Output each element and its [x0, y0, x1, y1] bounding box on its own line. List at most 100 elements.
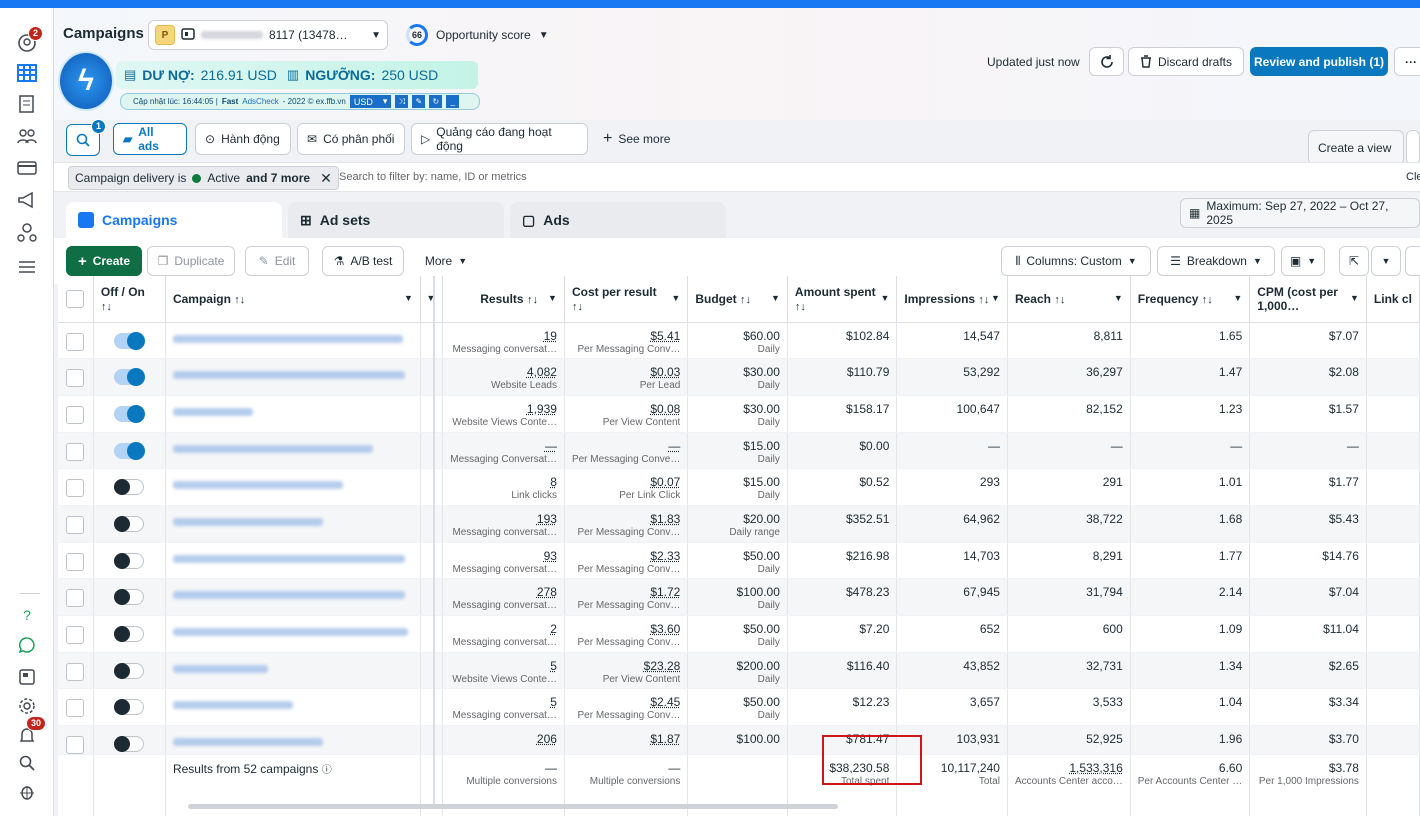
budget-cell[interactable]: $15.00 Daily [688, 469, 788, 506]
announcement-icon[interactable] [16, 189, 38, 211]
campaign-toggle[interactable] [114, 516, 144, 532]
budget-cell[interactable]: $50.00 Daily [688, 542, 788, 579]
table-row[interactable]: 1,939 Website Views Conte… $0.08 Per View C… [58, 395, 1420, 432]
edit-icon[interactable]: ✎ [412, 95, 425, 108]
campaign-toggle[interactable] [114, 369, 144, 385]
chat-icon[interactable] [16, 634, 38, 656]
cpr-value[interactable]: $0.07 [572, 469, 680, 489]
cpr-value[interactable]: $2.45 [572, 689, 680, 709]
campaign-name-cell[interactable] [165, 726, 420, 755]
budget-cell[interactable]: $15.00 Daily [688, 432, 788, 469]
campaign-name-redacted[interactable] [173, 445, 373, 453]
row-checkbox[interactable] [66, 553, 84, 571]
reports-button[interactable]: ▣ ▼ [1281, 246, 1325, 276]
opportunity-score[interactable]: 66 Opportunity score ▼ [406, 24, 549, 46]
results-value[interactable]: 19 [450, 323, 557, 343]
cpr-value[interactable]: $23.28 [572, 653, 680, 673]
review-publish-button[interactable]: Review and publish (1) [1250, 47, 1388, 76]
more-options-button[interactable]: ··· [1394, 47, 1420, 76]
ab-test-button[interactable]: ⚗ A/B test [322, 246, 404, 276]
campaign-name-redacted[interactable] [173, 701, 293, 709]
budget-cell[interactable]: $50.00 Daily [688, 616, 788, 653]
campaign-name-cell[interactable] [165, 432, 420, 469]
campaign-name-redacted[interactable] [173, 408, 253, 416]
row-checkbox[interactable] [66, 663, 84, 681]
table-row[interactable]: 5 Messaging conversat… $2.45 Per Messaging … [58, 689, 1420, 726]
campaign-name-redacted[interactable] [173, 518, 323, 526]
cpr-value[interactable]: $5.41 [572, 323, 680, 343]
all-ads-button[interactable]: ▰ All ads [113, 123, 187, 155]
cpr-value[interactable]: $0.08 [572, 396, 680, 416]
table-row[interactable]: 2 Messaging conversat… $3.60 Per Messaging … [58, 616, 1420, 653]
campaign-toggle[interactable] [114, 406, 144, 422]
row-checkbox[interactable] [66, 333, 84, 351]
budget-cell[interactable]: $20.00 Daily range [688, 505, 788, 542]
results-value[interactable]: — [450, 433, 557, 453]
col-reach[interactable]: Reach ↑↓ ▼ [1007, 276, 1130, 322]
export-button[interactable]: ⇱ [1339, 246, 1369, 276]
billing-icon[interactable] [16, 157, 38, 179]
col-offon[interactable]: Off / On ↑↓ [93, 276, 165, 322]
toolbar-overflow-button[interactable] [1405, 246, 1420, 276]
budget-cell[interactable]: $200.00 Daily [688, 652, 788, 689]
search-icon[interactable] [16, 752, 38, 774]
audiences-icon[interactable] [16, 125, 38, 147]
see-more-button[interactable]: + See more [594, 123, 680, 155]
budget-cell[interactable]: $30.00 Daily [688, 359, 788, 396]
budget-cell[interactable]: $100.00 [688, 726, 788, 755]
budget-cell[interactable]: $60.00 Daily [688, 322, 788, 359]
table-row[interactable]: 4,082 Website Leads $0.03 Per Lead $30.00 Dai… [58, 359, 1420, 396]
campaign-name-cell[interactable] [165, 322, 420, 359]
tab-ads[interactable]: ▢ Ads [510, 202, 726, 238]
active-ads-filter-button[interactable]: ▷ Quảng cáo đang hoạt động [411, 123, 588, 155]
results-value[interactable]: 5 [450, 689, 557, 709]
campaign-toggle[interactable] [114, 626, 144, 642]
table-row[interactable]: 193 Messaging conversat… $1.83 Per Messagin… [58, 505, 1420, 542]
bug-icon[interactable] [16, 781, 38, 803]
results-value[interactable]: 206 [450, 726, 557, 746]
col-attribution[interactable]: ▼ [420, 276, 442, 322]
tab-campaigns[interactable]: Campaigns [66, 202, 282, 238]
results-value[interactable]: 2 [450, 616, 557, 636]
cpr-value[interactable]: $1.83 [572, 506, 680, 526]
table-row[interactable]: — Messaging Conversat… — Per Messaging Conv… [58, 432, 1420, 469]
col-frequency[interactable]: Frequency ↑↓ ▼ [1130, 276, 1250, 322]
duplicate-button[interactable]: ❐ Duplicate [147, 246, 235, 276]
menu-icon[interactable] [16, 256, 38, 278]
results-value[interactable]: 93 [450, 543, 557, 563]
col-cpm[interactable]: CPM (cost per 1,000… ▼ [1250, 276, 1367, 322]
settings-icon[interactable] [16, 695, 38, 717]
horizontal-scrollbar[interactable] [188, 804, 838, 809]
create-button[interactable]: + Create [66, 246, 142, 276]
table-row[interactable]: 19 Messaging conversat… $5.41 Per Messaging… [58, 322, 1420, 359]
budget-cell[interactable]: $30.00 Daily [688, 395, 788, 432]
row-checkbox[interactable] [66, 369, 84, 387]
campaign-name-cell[interactable] [165, 469, 420, 506]
results-value[interactable]: 4,082 [450, 359, 557, 379]
col-budget[interactable]: Budget ↑↓ ▼ [688, 276, 788, 322]
campaign-name-redacted[interactable] [173, 335, 403, 343]
campaign-toggle[interactable] [114, 699, 144, 715]
col-amount-spent[interactable]: Amount spent ↑↓ ▼ [787, 276, 896, 322]
table-row[interactable]: 206 $1.87 $100.00 $781.47 103,931 52,925 1.96 $… [58, 726, 1420, 755]
close-icon[interactable]: ✕ [320, 170, 332, 187]
view-options-button[interactable] [1406, 130, 1420, 165]
campaign-toggle[interactable] [114, 736, 144, 752]
cpr-value[interactable]: $2.33 [572, 543, 680, 563]
campaign-toggle[interactable] [114, 443, 144, 459]
info-icon[interactable]: ⓘ [322, 765, 332, 776]
campaign-name-redacted[interactable] [173, 371, 405, 379]
table-row[interactable]: 278 Messaging conversat… $1.72 Per Messagin… [58, 579, 1420, 616]
create-view-button[interactable]: Create a view [1308, 130, 1404, 165]
row-checkbox[interactable] [66, 406, 84, 424]
row-checkbox[interactable] [66, 516, 84, 534]
results-value[interactable]: 8 [450, 469, 557, 489]
col-results[interactable]: Results ↑↓ ▼ [443, 276, 565, 322]
select-all-checkbox[interactable] [66, 290, 84, 308]
discard-drafts-button[interactable]: Discard drafts [1128, 47, 1244, 76]
col-impressions[interactable]: Impressions ↑↓ ▼ [897, 276, 1008, 322]
budget-cell[interactable]: $100.00 Daily [688, 579, 788, 616]
refresh-button[interactable] [1089, 47, 1124, 76]
results-value[interactable]: 5 [450, 653, 557, 673]
results-value[interactable]: 193 [450, 506, 557, 526]
